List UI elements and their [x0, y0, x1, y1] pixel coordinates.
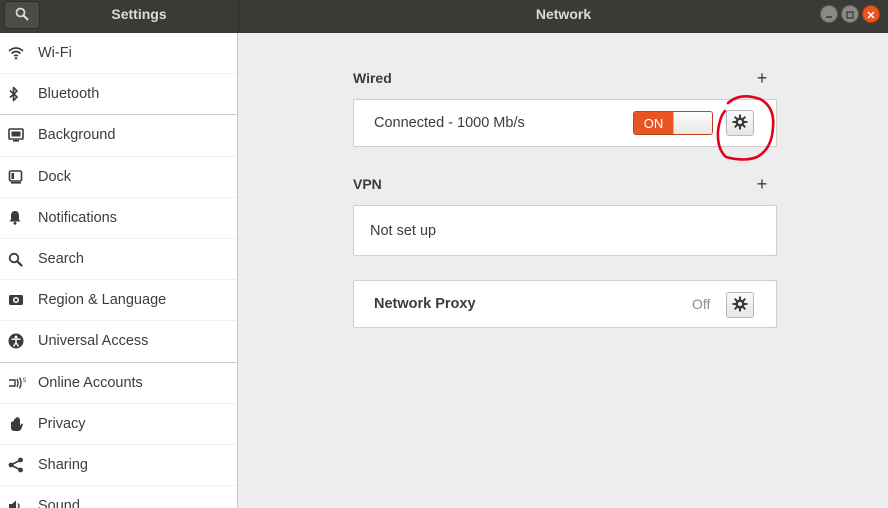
sidebar-item-label: Privacy [38, 415, 86, 432]
gear-icon [732, 296, 748, 315]
sidebar: Wi-Fi Bluetooth Background Dock Notifica… [0, 33, 238, 508]
sidebar-item-label: Search [38, 251, 84, 268]
sidebar-item-search[interactable]: Search [0, 239, 237, 281]
svg-text:S: S [23, 377, 27, 384]
sidebar-item-label: Dock [38, 168, 72, 185]
title-bar: Settings Network [0, 0, 888, 33]
maximize-button[interactable] [841, 5, 859, 23]
search-button[interactable] [4, 1, 40, 29]
background-icon [8, 126, 30, 144]
minimize-button[interactable] [820, 5, 838, 23]
bell-icon [8, 209, 30, 227]
speaker-icon [8, 497, 30, 508]
proxy-settings-button[interactable] [726, 292, 754, 318]
wired-status-label: Connected - 1000 Mb/s [374, 115, 525, 131]
sidebar-item-bluetooth[interactable]: Bluetooth [0, 74, 237, 116]
sidebar-item-universal-access[interactable]: Universal Access [0, 321, 237, 363]
wired-toggle-switch[interactable]: ON [633, 111, 713, 135]
accessibility-icon [8, 332, 30, 350]
network-proxy-label: Network Proxy [374, 296, 476, 312]
sidebar-item-label: Bluetooth [38, 86, 100, 103]
sidebar-item-label: Notifications [38, 209, 117, 226]
search-icon [8, 250, 30, 268]
close-icon [867, 6, 875, 22]
sidebar-item-label: Region & Language [38, 292, 167, 309]
sidebar-item-label: Sharing [38, 456, 88, 473]
sidebar-item-notifications[interactable]: Notifications [0, 198, 237, 239]
sidebar-item-online-accounts[interactable]: S Online Accounts [0, 363, 237, 404]
add-vpn-button[interactable]: + [754, 174, 770, 194]
page-title: Network [535, 6, 592, 22]
search-icon [15, 7, 29, 24]
close-button[interactable] [862, 5, 880, 23]
share-icon [8, 456, 30, 474]
dock-icon [8, 168, 30, 186]
sidebar-item-sharing[interactable]: Sharing [0, 445, 237, 487]
sidebar-item-label: Background [38, 127, 116, 144]
vpn-card: Not set up [353, 205, 777, 256]
wired-section-title: Wired [353, 70, 392, 86]
hand-icon [8, 415, 30, 433]
sidebar-item-label: Online Accounts [38, 374, 143, 391]
sidebar-item-label: Sound [38, 498, 80, 508]
sidebar-item-wifi[interactable]: Wi-Fi [0, 33, 237, 75]
maximize-icon [846, 6, 854, 22]
minimize-icon [825, 6, 833, 22]
sidebar-item-region-language[interactable]: Region & Language [0, 280, 237, 322]
sidebar-item-privacy[interactable]: Privacy [0, 404, 237, 445]
vpn-section-title: VPN [353, 176, 382, 192]
sidebar-item-sound[interactable]: Sound [0, 486, 237, 508]
sidebar-item-dock[interactable]: Dock [0, 157, 237, 198]
settings-title: Settings [111, 6, 167, 22]
add-wired-button[interactable]: + [754, 68, 770, 88]
region-icon [8, 291, 30, 309]
window-controls [820, 5, 880, 23]
network-panel: Wired + Connected - 1000 Mb/s ON VPN + N… [239, 33, 888, 508]
wifi-icon [8, 44, 30, 62]
sidebar-item-background[interactable]: Background [0, 115, 237, 157]
annotation-circle [716, 94, 775, 161]
bluetooth-icon [8, 85, 30, 103]
switch-knob [672, 112, 712, 134]
vpn-status-label: Not set up [370, 223, 437, 239]
proxy-state-label: Off [692, 296, 711, 312]
sidebar-item-label: Wi-Fi [38, 45, 72, 62]
sidebar-item-label: Universal Access [38, 333, 149, 350]
switch-on-label: ON [634, 112, 673, 134]
online-accounts-icon: S [8, 374, 30, 392]
network-proxy-card[interactable]: Network Proxy Off [353, 280, 777, 328]
